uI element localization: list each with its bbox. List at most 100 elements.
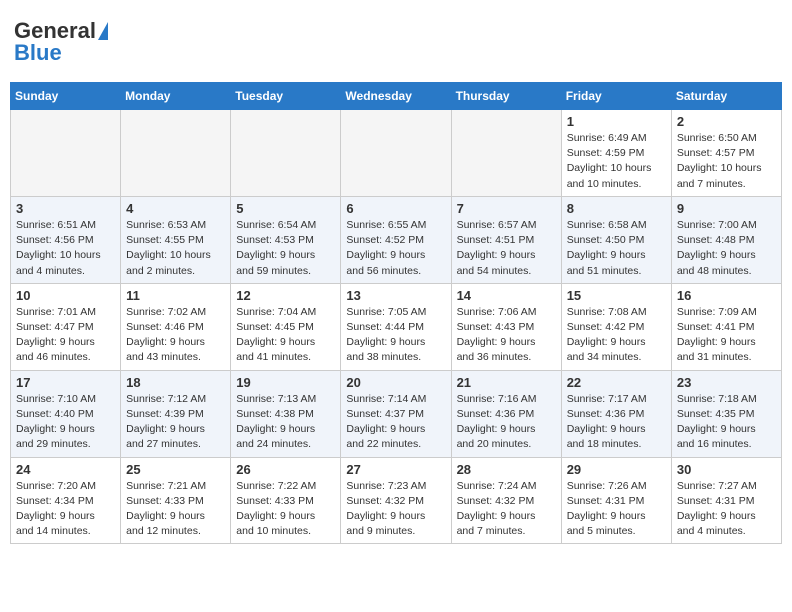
day-number: 14 — [457, 288, 556, 303]
calendar-cell: 14 Sunrise: 7:06 AMSunset: 4:43 PMDaylig… — [451, 283, 561, 370]
calendar-week-4: 17 Sunrise: 7:10 AMSunset: 4:40 PMDaylig… — [11, 370, 782, 457]
calendar-cell: 25 Sunrise: 7:21 AMSunset: 4:33 PMDaylig… — [121, 457, 231, 544]
day-info: Sunrise: 6:51 AMSunset: 4:56 PMDaylight:… — [16, 219, 101, 277]
calendar-cell: 2 Sunrise: 6:50 AMSunset: 4:57 PMDayligh… — [671, 110, 781, 197]
calendar-header-row: SundayMondayTuesdayWednesdayThursdayFrid… — [11, 83, 782, 110]
day-number: 9 — [677, 201, 776, 216]
day-info: Sunrise: 7:22 AMSunset: 4:33 PMDaylight:… — [236, 480, 316, 538]
calendar-cell: 7 Sunrise: 6:57 AMSunset: 4:51 PMDayligh… — [451, 196, 561, 283]
calendar-cell: 15 Sunrise: 7:08 AMSunset: 4:42 PMDaylig… — [561, 283, 671, 370]
calendar-cell — [11, 110, 121, 197]
calendar-cell: 22 Sunrise: 7:17 AMSunset: 4:36 PMDaylig… — [561, 370, 671, 457]
calendar-cell — [231, 110, 341, 197]
day-number: 29 — [567, 462, 666, 477]
day-info: Sunrise: 6:55 AMSunset: 4:52 PMDaylight:… — [346, 219, 426, 277]
day-info: Sunrise: 7:06 AMSunset: 4:43 PMDaylight:… — [457, 306, 537, 364]
calendar-week-3: 10 Sunrise: 7:01 AMSunset: 4:47 PMDaylig… — [11, 283, 782, 370]
day-number: 6 — [346, 201, 445, 216]
day-number: 2 — [677, 114, 776, 129]
logo-blue: Blue — [14, 40, 62, 66]
weekday-header-thursday: Thursday — [451, 83, 561, 110]
day-info: Sunrise: 7:23 AMSunset: 4:32 PMDaylight:… — [346, 480, 426, 538]
day-info: Sunrise: 7:08 AMSunset: 4:42 PMDaylight:… — [567, 306, 647, 364]
day-info: Sunrise: 7:09 AMSunset: 4:41 PMDaylight:… — [677, 306, 757, 364]
day-info: Sunrise: 7:01 AMSunset: 4:47 PMDaylight:… — [16, 306, 96, 364]
day-number: 18 — [126, 375, 225, 390]
day-info: Sunrise: 6:49 AMSunset: 4:59 PMDaylight:… — [567, 132, 652, 190]
day-number: 19 — [236, 375, 335, 390]
calendar-cell: 26 Sunrise: 7:22 AMSunset: 4:33 PMDaylig… — [231, 457, 341, 544]
weekday-header-friday: Friday — [561, 83, 671, 110]
day-number: 17 — [16, 375, 115, 390]
calendar-cell: 20 Sunrise: 7:14 AMSunset: 4:37 PMDaylig… — [341, 370, 451, 457]
day-info: Sunrise: 6:54 AMSunset: 4:53 PMDaylight:… — [236, 219, 316, 277]
day-info: Sunrise: 7:16 AMSunset: 4:36 PMDaylight:… — [457, 393, 537, 451]
calendar-cell: 24 Sunrise: 7:20 AMSunset: 4:34 PMDaylig… — [11, 457, 121, 544]
weekday-header-monday: Monday — [121, 83, 231, 110]
calendar-cell: 8 Sunrise: 6:58 AMSunset: 4:50 PMDayligh… — [561, 196, 671, 283]
calendar-cell: 1 Sunrise: 6:49 AMSunset: 4:59 PMDayligh… — [561, 110, 671, 197]
calendar-cell — [451, 110, 561, 197]
calendar-cell — [121, 110, 231, 197]
calendar-cell: 30 Sunrise: 7:27 AMSunset: 4:31 PMDaylig… — [671, 457, 781, 544]
day-info: Sunrise: 6:58 AMSunset: 4:50 PMDaylight:… — [567, 219, 647, 277]
calendar-cell: 18 Sunrise: 7:12 AMSunset: 4:39 PMDaylig… — [121, 370, 231, 457]
day-info: Sunrise: 7:04 AMSunset: 4:45 PMDaylight:… — [236, 306, 316, 364]
day-info: Sunrise: 6:57 AMSunset: 4:51 PMDaylight:… — [457, 219, 537, 277]
day-info: Sunrise: 7:14 AMSunset: 4:37 PMDaylight:… — [346, 393, 426, 451]
day-number: 7 — [457, 201, 556, 216]
calendar-cell: 10 Sunrise: 7:01 AMSunset: 4:47 PMDaylig… — [11, 283, 121, 370]
weekday-header-saturday: Saturday — [671, 83, 781, 110]
page-header: General Blue — [10, 10, 782, 74]
day-number: 1 — [567, 114, 666, 129]
day-number: 25 — [126, 462, 225, 477]
day-info: Sunrise: 7:27 AMSunset: 4:31 PMDaylight:… — [677, 480, 757, 538]
calendar-week-5: 24 Sunrise: 7:20 AMSunset: 4:34 PMDaylig… — [11, 457, 782, 544]
day-info: Sunrise: 7:05 AMSunset: 4:44 PMDaylight:… — [346, 306, 426, 364]
weekday-header-sunday: Sunday — [11, 83, 121, 110]
calendar-cell: 12 Sunrise: 7:04 AMSunset: 4:45 PMDaylig… — [231, 283, 341, 370]
calendar-cell: 9 Sunrise: 7:00 AMSunset: 4:48 PMDayligh… — [671, 196, 781, 283]
calendar-cell: 19 Sunrise: 7:13 AMSunset: 4:38 PMDaylig… — [231, 370, 341, 457]
day-number: 20 — [346, 375, 445, 390]
day-info: Sunrise: 7:13 AMSunset: 4:38 PMDaylight:… — [236, 393, 316, 451]
day-info: Sunrise: 7:26 AMSunset: 4:31 PMDaylight:… — [567, 480, 647, 538]
calendar-cell: 27 Sunrise: 7:23 AMSunset: 4:32 PMDaylig… — [341, 457, 451, 544]
day-number: 4 — [126, 201, 225, 216]
day-number: 27 — [346, 462, 445, 477]
day-info: Sunrise: 7:00 AMSunset: 4:48 PMDaylight:… — [677, 219, 757, 277]
calendar-cell: 21 Sunrise: 7:16 AMSunset: 4:36 PMDaylig… — [451, 370, 561, 457]
day-number: 30 — [677, 462, 776, 477]
calendar-table: SundayMondayTuesdayWednesdayThursdayFrid… — [10, 82, 782, 544]
day-info: Sunrise: 6:50 AMSunset: 4:57 PMDaylight:… — [677, 132, 762, 190]
day-number: 15 — [567, 288, 666, 303]
calendar-cell: 4 Sunrise: 6:53 AMSunset: 4:55 PMDayligh… — [121, 196, 231, 283]
day-number: 8 — [567, 201, 666, 216]
day-number: 5 — [236, 201, 335, 216]
day-number: 28 — [457, 462, 556, 477]
logo-triangle-icon — [98, 22, 108, 40]
day-number: 21 — [457, 375, 556, 390]
calendar-cell: 3 Sunrise: 6:51 AMSunset: 4:56 PMDayligh… — [11, 196, 121, 283]
day-number: 26 — [236, 462, 335, 477]
calendar-cell: 16 Sunrise: 7:09 AMSunset: 4:41 PMDaylig… — [671, 283, 781, 370]
calendar-cell — [341, 110, 451, 197]
day-number: 12 — [236, 288, 335, 303]
calendar-cell: 17 Sunrise: 7:10 AMSunset: 4:40 PMDaylig… — [11, 370, 121, 457]
day-info: Sunrise: 7:18 AMSunset: 4:35 PMDaylight:… — [677, 393, 757, 451]
calendar-cell: 29 Sunrise: 7:26 AMSunset: 4:31 PMDaylig… — [561, 457, 671, 544]
calendar-week-1: 1 Sunrise: 6:49 AMSunset: 4:59 PMDayligh… — [11, 110, 782, 197]
day-number: 11 — [126, 288, 225, 303]
calendar-cell: 11 Sunrise: 7:02 AMSunset: 4:46 PMDaylig… — [121, 283, 231, 370]
day-number: 13 — [346, 288, 445, 303]
day-info: Sunrise: 7:12 AMSunset: 4:39 PMDaylight:… — [126, 393, 206, 451]
calendar-week-2: 3 Sunrise: 6:51 AMSunset: 4:56 PMDayligh… — [11, 196, 782, 283]
day-info: Sunrise: 6:53 AMSunset: 4:55 PMDaylight:… — [126, 219, 211, 277]
day-number: 24 — [16, 462, 115, 477]
day-info: Sunrise: 7:21 AMSunset: 4:33 PMDaylight:… — [126, 480, 206, 538]
day-number: 3 — [16, 201, 115, 216]
calendar-cell: 13 Sunrise: 7:05 AMSunset: 4:44 PMDaylig… — [341, 283, 451, 370]
calendar-cell: 6 Sunrise: 6:55 AMSunset: 4:52 PMDayligh… — [341, 196, 451, 283]
day-number: 22 — [567, 375, 666, 390]
day-info: Sunrise: 7:24 AMSunset: 4:32 PMDaylight:… — [457, 480, 537, 538]
